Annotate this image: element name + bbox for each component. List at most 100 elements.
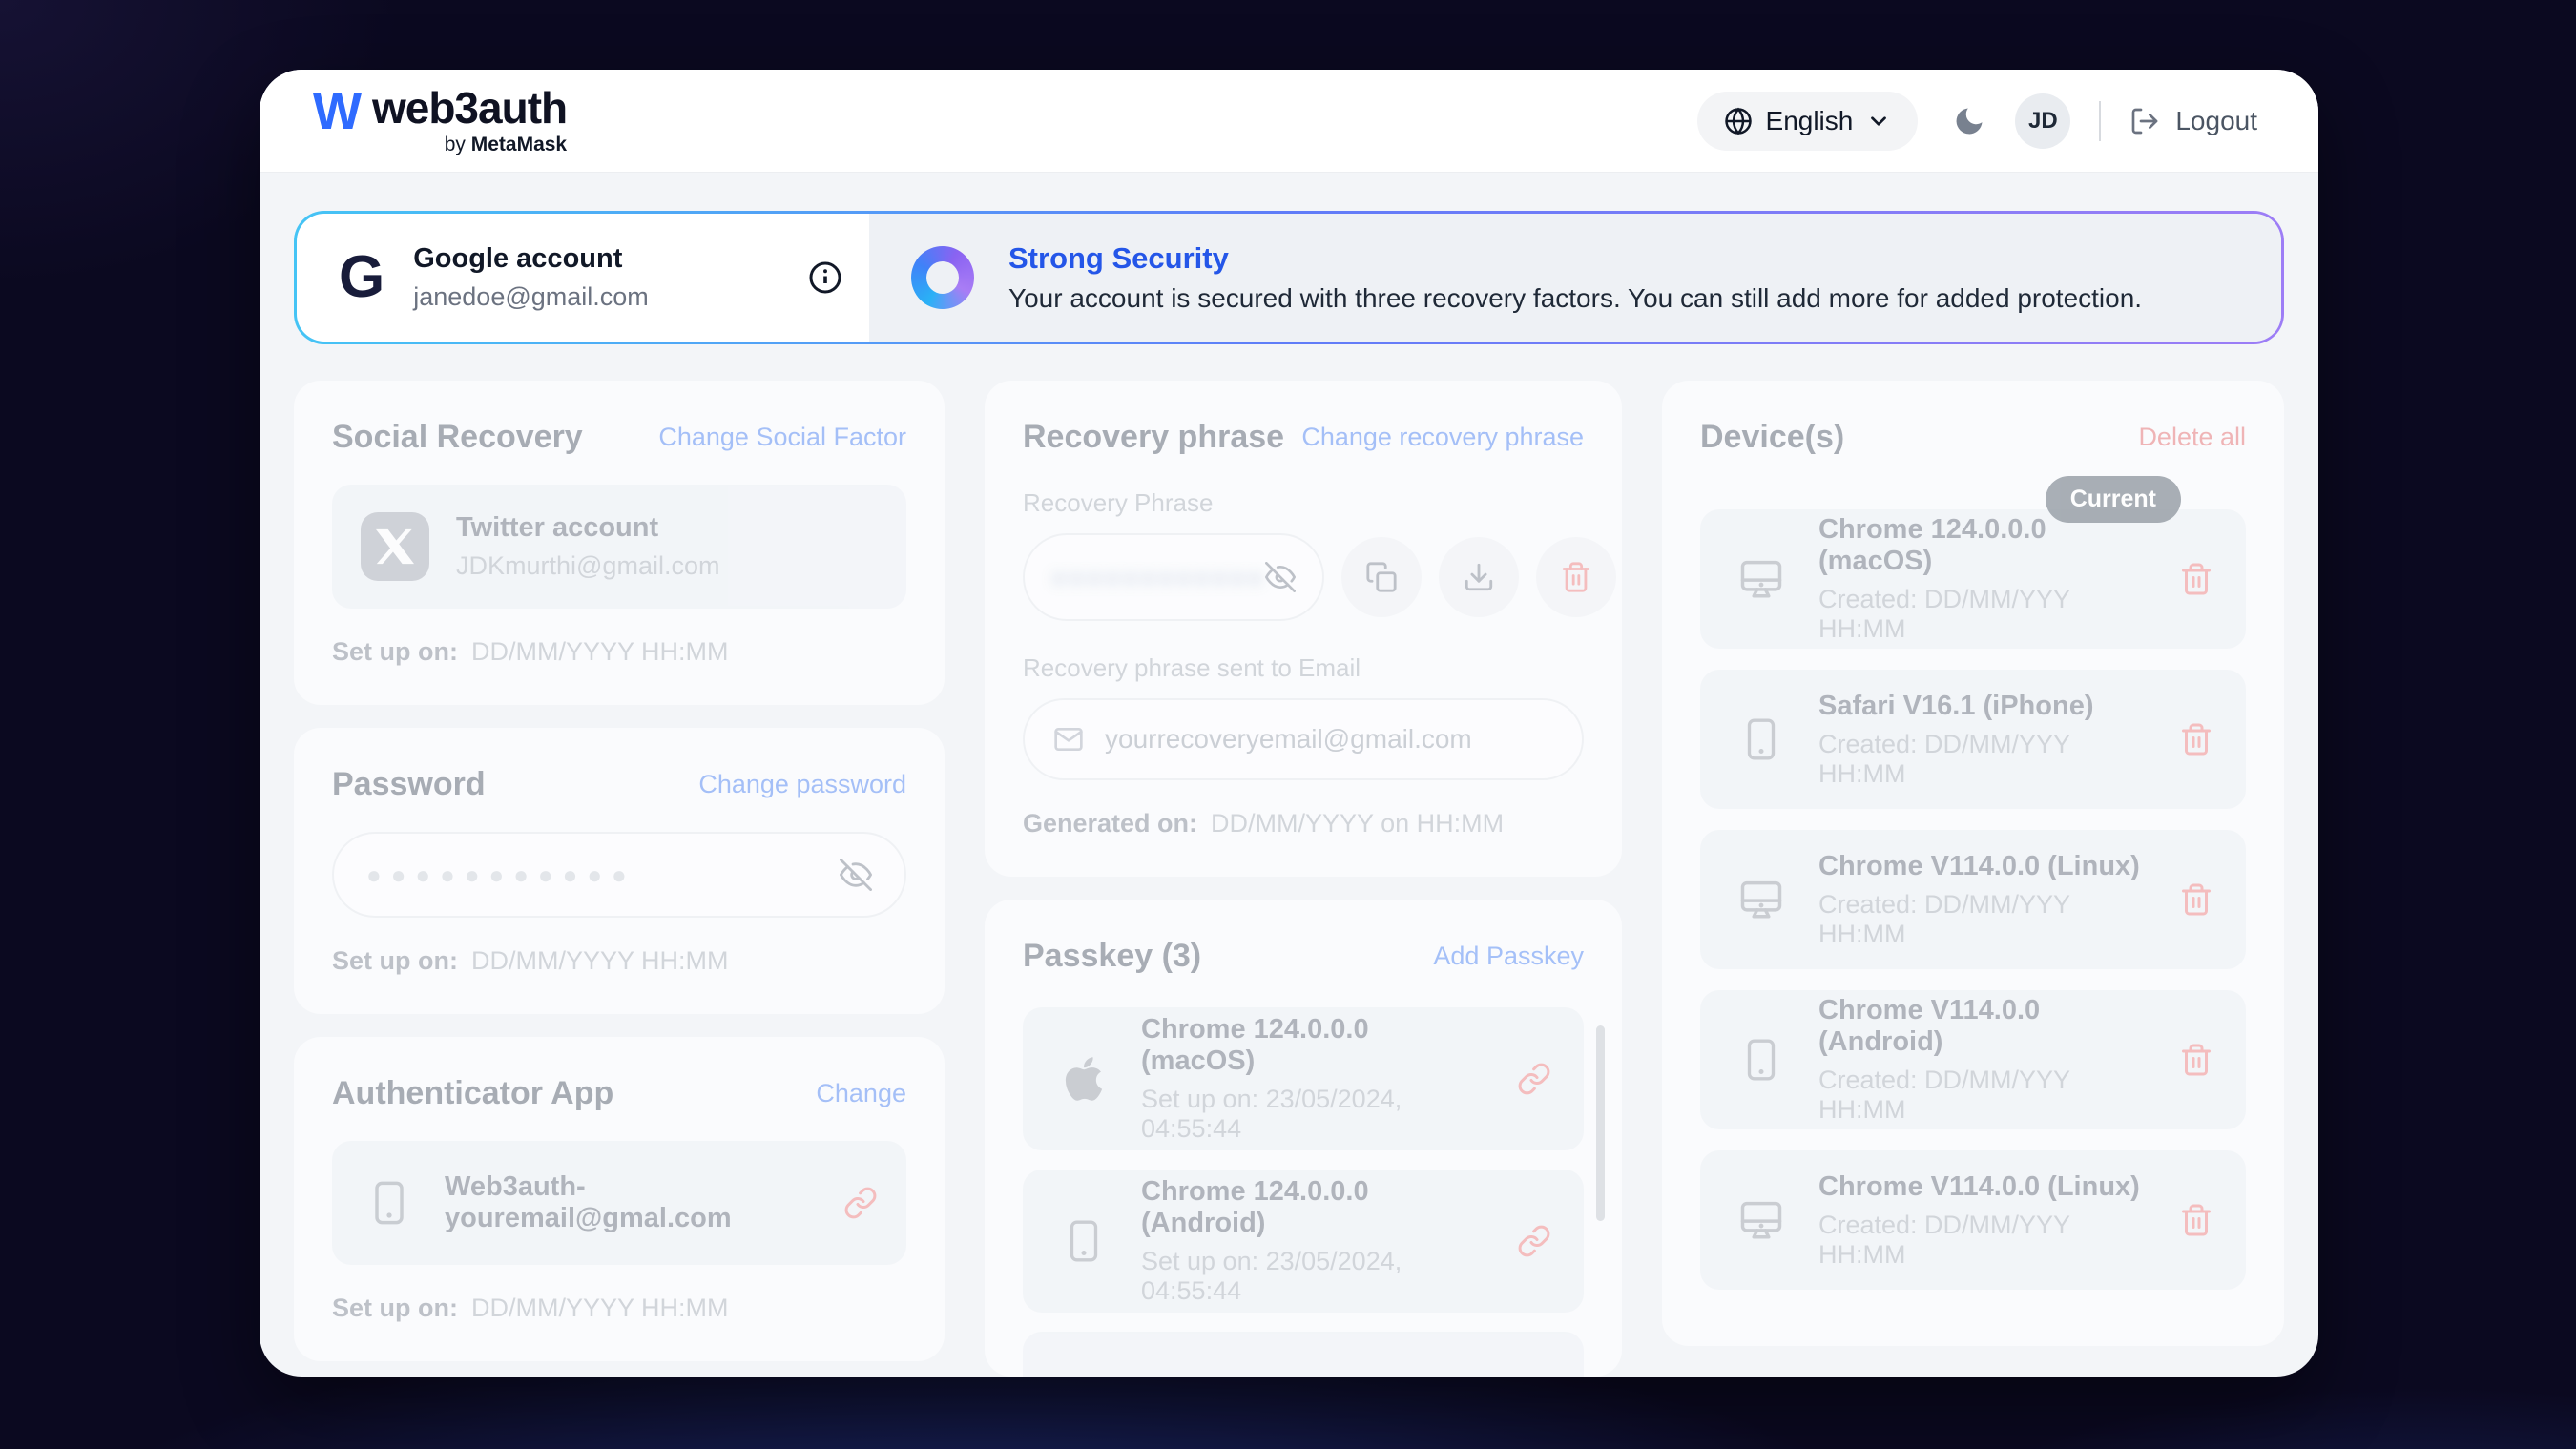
passkey-name: Chrome 124.0.0.0 (Android) — [1141, 1176, 1488, 1239]
phone-icon — [361, 1178, 418, 1228]
phone-icon — [1733, 1036, 1790, 1084]
social-setup-line: Set up on:DD/MM/YYYY HH:MM — [332, 637, 906, 667]
connected-account: G Google account janedoe@gmail.com — [297, 214, 869, 342]
security-status-text: Strong Security Your account is secured … — [1008, 241, 2142, 314]
top-bar-controls: English JD Logout — [1697, 92, 2257, 151]
add-passkey-link[interactable]: Add Passkey — [1433, 942, 1584, 971]
recovery-email-value: yourrecoveryemail@gmail.com — [1105, 724, 1472, 755]
password-title: Password — [332, 766, 486, 803]
language-label: English — [1766, 106, 1854, 136]
authenticator-row: Web3auth-youremail@gmal.com — [332, 1141, 906, 1265]
device-row: Chrome V114.0.0 (Android) Created: DD/MM… — [1700, 990, 2246, 1129]
column-middle: Recovery phrase Change recovery phrase R… — [985, 381, 1622, 1377]
eye-off-icon[interactable] — [1265, 562, 1296, 592]
account-info: Google account janedoe@gmail.com — [413, 243, 649, 312]
web3auth-logo: W web3auth by MetaMask — [313, 86, 567, 156]
device-meta: Created: DD/MM/YYY HH:MM — [1818, 890, 2150, 949]
trash-icon[interactable] — [2179, 562, 2213, 596]
download-button[interactable] — [1439, 537, 1519, 617]
authenticator-email: Web3auth-youremail@gmal.com — [445, 1171, 817, 1234]
copy-icon — [1365, 561, 1398, 593]
account-title: Google account — [413, 243, 649, 275]
apple-icon — [1055, 1054, 1112, 1104]
generated-line: Generated on:DD/MM/YYYY on HH:MM — [1023, 809, 1584, 838]
column-right: Current Device(s) Delete all — [1662, 381, 2284, 1346]
recovery-phrase-field[interactable]: ●●●●●●●●●●●● — [1023, 533, 1324, 621]
change-password-link[interactable]: Change password — [698, 770, 906, 799]
passkey-meta: Set up on: 23/05/2024, 04:55:44 — [1141, 1085, 1488, 1144]
passkey-row: Chrome 124.0.0.0 (Android) Set up on: 23… — [1023, 1170, 1584, 1313]
dark-mode-toggle[interactable] — [1952, 104, 1986, 138]
password-card: Password Change password ●●●●●●●●●●● Set… — [294, 728, 945, 1014]
logout-button[interactable]: Logout — [2129, 106, 2257, 136]
recovery-phrase-controls: ●●●●●●●●●●●● — [1023, 533, 1584, 621]
recovery-phrase-card: Recovery phrase Change recovery phrase R… — [985, 381, 1622, 877]
unlink-icon[interactable] — [843, 1186, 878, 1220]
devices-card: Current Device(s) Delete all — [1662, 381, 2284, 1346]
avatar[interactable]: JD — [2015, 93, 2070, 149]
scrollbar[interactable] — [1596, 1025, 1605, 1221]
social-recovery-title: Social Recovery — [332, 419, 583, 456]
setup-label: Set up on: — [332, 637, 458, 666]
eye-off-icon[interactable] — [840, 859, 872, 891]
security-status: Strong Security Your account is secured … — [869, 214, 2281, 342]
delete-all-link[interactable]: Delete all — [2138, 423, 2246, 452]
password-field[interactable]: ●●●●●●●●●●● — [332, 832, 906, 918]
language-selector[interactable]: English — [1697, 92, 1919, 151]
device-row: Safari V16.1 (iPhone) Created: DD/MM/YYY… — [1700, 670, 2246, 809]
recovery-email-field[interactable]: yourrecoveryemail@gmail.com — [1023, 698, 1584, 780]
device-meta: Created: DD/MM/YYY HH:MM — [1818, 1211, 2150, 1270]
device-name: Chrome V114.0.0 (Android) — [1818, 995, 2150, 1058]
security-banner: G Google account janedoe@gmail.com Stron… — [294, 211, 2284, 344]
security-status-description: Your account is secured with three recov… — [1008, 283, 2142, 314]
change-recovery-phrase-link[interactable]: Change recovery phrase — [1301, 423, 1584, 452]
twitter-account-row: Twitter account JDKmurthi@gmail.com — [332, 485, 906, 609]
change-authenticator-link[interactable]: Change — [816, 1079, 906, 1108]
trash-icon[interactable] — [2179, 882, 2213, 917]
byline-brand: MetaMask — [471, 134, 567, 155]
device-row: Chrome 124.0.0.0 (macOS) Created: DD/MM/… — [1700, 509, 2246, 649]
recovery-email-label: Recovery phrase sent to Email — [1023, 653, 1584, 683]
brand-byline: by MetaMask — [445, 134, 567, 156]
app-window: W web3auth by MetaMask English — [260, 70, 2318, 1377]
cards-grid: Social Recovery Change Social Factor Twi… — [294, 381, 2284, 1377]
setup-value: DD/MM/YYYY HH:MM — [471, 946, 729, 975]
trash-icon[interactable] — [2179, 1043, 2213, 1077]
device-row: Chrome V114.0.0 (Linux) Created: DD/MM/Y… — [1700, 830, 2246, 969]
recovery-phrase-title: Recovery phrase — [1023, 419, 1284, 456]
main-content: G Google account janedoe@gmail.com Stron… — [260, 173, 2318, 1377]
trash-icon[interactable] — [2179, 1203, 2213, 1237]
info-icon[interactable] — [808, 260, 842, 295]
passkey-meta: Set up on: 23/05/2024, 04:55:44 — [1141, 1247, 1488, 1306]
social-recovery-card: Social Recovery Change Social Factor Twi… — [294, 381, 945, 705]
password-setup-line: Set up on:DD/MM/YYYY HH:MM — [332, 946, 906, 976]
logout-icon — [2129, 106, 2160, 136]
copy-button[interactable] — [1341, 537, 1422, 617]
passkey-card: Passkey (3) Add Passkey Chrome 124.0.0.0… — [985, 900, 1622, 1377]
device-name: Chrome 124.0.0.0 (macOS) — [1818, 514, 2150, 577]
device-meta: Created: DD/MM/YYY HH:MM — [1818, 585, 2150, 644]
x-twitter-icon — [361, 512, 429, 581]
chevron-down-icon — [1866, 109, 1891, 134]
delete-phrase-button[interactable] — [1536, 537, 1616, 617]
globe-icon — [1724, 107, 1753, 135]
divider — [2099, 101, 2101, 141]
passkey-title: Passkey (3) — [1023, 938, 1201, 975]
link-icon[interactable] — [1517, 1062, 1551, 1096]
passkey-name: Chrome 124.0.0.0 (macOS) — [1141, 1014, 1488, 1077]
logout-label: Logout — [2175, 106, 2257, 136]
avatar-initials: JD — [2028, 108, 2058, 135]
google-icon: G — [339, 248, 384, 307]
brand-name: web3auth — [372, 86, 567, 130]
twitter-account-email: JDKmurthi@gmail.com — [456, 551, 719, 581]
setup-value: DD/MM/YYYY HH:MM — [471, 1294, 729, 1322]
top-bar: W web3auth by MetaMask English — [260, 70, 2318, 173]
envelope-icon — [1053, 724, 1084, 755]
account-email: janedoe@gmail.com — [413, 282, 649, 312]
trash-icon[interactable] — [2179, 722, 2213, 756]
desktop-icon — [1733, 554, 1790, 604]
devices-list: Chrome 124.0.0.0 (macOS) Created: DD/MM/… — [1700, 509, 2246, 1290]
recovery-phrase-label: Recovery Phrase — [1023, 488, 1584, 518]
change-social-factor-link[interactable]: Change Social Factor — [658, 423, 906, 452]
link-icon[interactable] — [1517, 1224, 1551, 1258]
